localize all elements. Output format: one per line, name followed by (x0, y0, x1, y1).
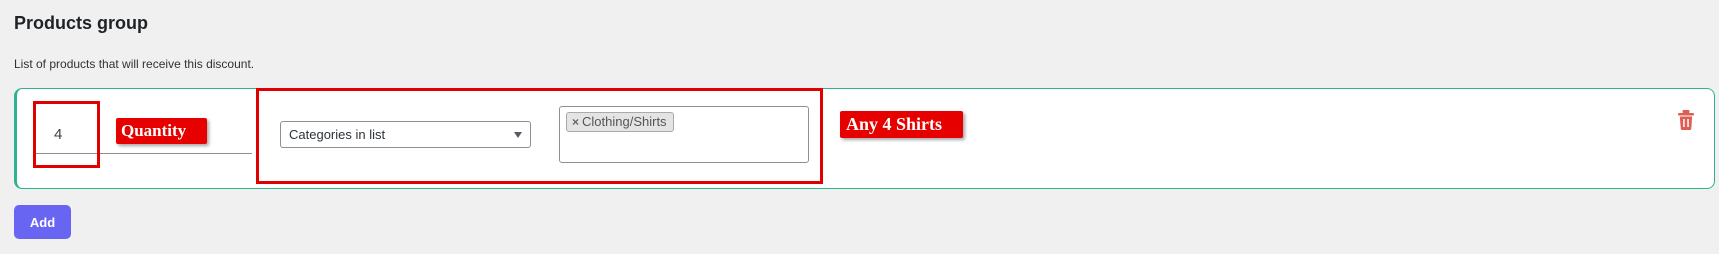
section-title: Products group (14, 13, 148, 33)
quantity-callout: Quantity (116, 118, 207, 144)
filter-type-selected-value: Categories in list (289, 127, 386, 142)
tag-remove-icon[interactable]: × (572, 113, 579, 131)
filter-type-select[interactable]: Categories in list (280, 121, 531, 148)
section-description: List of products that will receive this … (14, 57, 255, 71)
trash-icon[interactable] (1676, 109, 1696, 131)
quantity-highlight-box (33, 101, 100, 168)
category-tag: × Clothing/Shirts (566, 112, 674, 132)
chevron-down-icon (514, 132, 522, 138)
category-multiselect[interactable]: × Clothing/Shirts (559, 106, 809, 163)
any-shirts-callout: Any 4 Shirts (840, 111, 963, 138)
category-tag-label: Clothing/Shirts (582, 114, 667, 129)
add-button[interactable]: Add (14, 205, 71, 239)
